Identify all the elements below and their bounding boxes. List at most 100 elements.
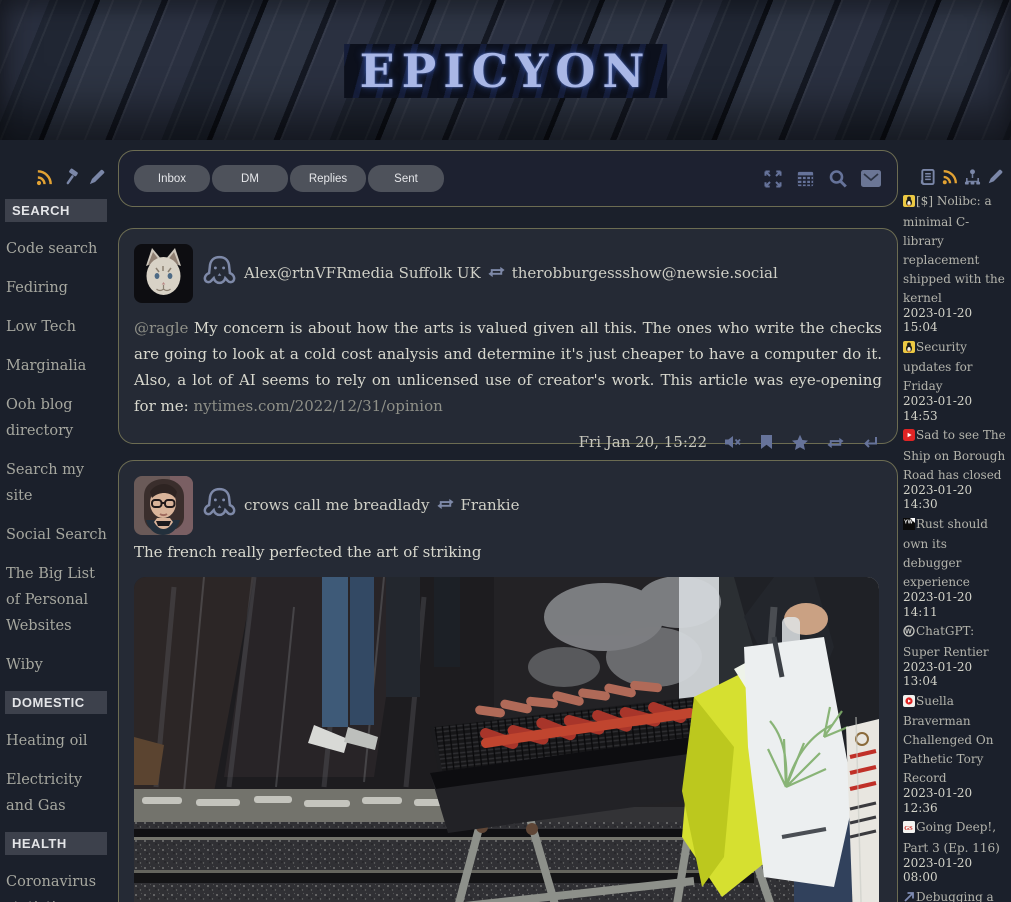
svg-text:W: W <box>905 629 912 636</box>
newswire-item: [$] Nolibc: a minimal C-library replacem… <box>903 190 1006 335</box>
wordpress-favicon: W <box>903 625 915 641</box>
post-external-link[interactable]: nytimes.com/2022/12/31/opinion <box>193 397 442 415</box>
sidebar-link-social-search[interactable]: Social Search <box>6 522 108 548</box>
post-boosted-account[interactable]: therobburgessshow@newsie.social <box>512 264 778 282</box>
post-footer: Fri Jan 20, 15:22 <box>134 433 882 451</box>
share-network-icon[interactable] <box>964 168 981 186</box>
youtube-favicon <box>903 429 915 445</box>
yw-favicon: YW <box>903 518 915 534</box>
envelope-icon[interactable] <box>860 169 882 188</box>
post-card: Alex@rtnVFRmedia Suffolk UK therobburges… <box>118 228 898 444</box>
left-links-toolbar <box>0 140 112 193</box>
sidebar-link-big-list-personal-websites[interactable]: The Big List of Personal Websites <box>6 561 108 639</box>
post-text: The french really perfected the art of s… <box>134 543 481 561</box>
expand-icon[interactable] <box>762 168 784 190</box>
sidebar-link-fediring[interactable]: Fediring <box>6 275 108 301</box>
site-title: EPICYON <box>360 44 652 98</box>
sidebar-link-coronavirus-statistics[interactable]: Coronavirus statistics <box>6 869 108 902</box>
newswire-item: GSGoing Deep!, Part 3 (Ep. 116) 2023-01-… <box>903 816 1006 885</box>
svg-text:YW: YW <box>904 519 914 525</box>
bookmark-icon[interactable] <box>759 434 774 450</box>
newswire-toolbar <box>901 140 1008 190</box>
section-header-health: HEALTH <box>5 832 107 855</box>
sidebar-link-ooh-blog-directory[interactable]: Ooh blog directory <box>6 392 108 444</box>
profile-dog-icon[interactable] <box>201 484 238 525</box>
boost-icon <box>436 495 455 515</box>
timeline-header: Inbox DM Replies Sent <box>118 150 898 207</box>
repeat-icon[interactable] <box>826 434 845 450</box>
sidebar-link-low-tech[interactable]: Low Tech <box>6 314 108 340</box>
newswire-date: 2023-01-20 13:04 <box>903 660 1006 689</box>
external-link-icon <box>903 891 915 902</box>
hammer-icon[interactable] <box>61 168 80 187</box>
edit-pen-icon[interactable] <box>87 168 106 187</box>
sidebar-link-electricity-gas[interactable]: Electricity and Gas <box>6 767 108 819</box>
newswire-link[interactable]: Debugging a Crash in OpenRCT2 <box>903 890 994 902</box>
newswire-date: 2023-01-20 08:00 <box>903 856 1006 885</box>
calendar-grid-icon[interactable] <box>795 168 816 189</box>
tab-dm[interactable]: DM <box>212 165 288 192</box>
post-author[interactable]: Alex@rtnVFRmedia Suffolk UK <box>244 264 481 282</box>
reply-icon[interactable] <box>862 435 878 450</box>
newswire-link[interactable]: YWRust should own its debugger experienc… <box>903 517 988 590</box>
search-icon[interactable] <box>827 168 849 190</box>
mention-link[interactable]: @ragle <box>134 319 188 337</box>
svg-text:GS: GS <box>904 825 913 832</box>
post-header: crows call me breadlady Frankie <box>201 476 882 525</box>
post-timestamp[interactable]: Fri Jan 20, 15:22 <box>579 433 707 451</box>
newswire-date: 2023-01-20 12:36 <box>903 786 1006 815</box>
mute-icon[interactable] <box>724 434 742 450</box>
post-header: Alex@rtnVFRmedia Suffolk UK therobburges… <box>201 244 882 293</box>
newswire-item: Sad to see The Ship on Borough Road has … <box>903 424 1006 512</box>
doc-feed-icon[interactable] <box>919 168 936 186</box>
tab-sent[interactable]: Sent <box>368 165 444 192</box>
avatar[interactable] <box>134 244 193 303</box>
sidebar-link-heating-oil[interactable]: Heating oil <box>6 728 108 754</box>
sidebar-link-marginalia[interactable]: Marginalia <box>6 353 108 379</box>
newswire-link[interactable]: GSGoing Deep!, Part 3 (Ep. 116) <box>903 820 1000 855</box>
tab-replies[interactable]: Replies <box>290 165 366 192</box>
tab-inbox[interactable]: Inbox <box>134 165 210 192</box>
newswire-date: 2023-01-20 14:53 <box>903 394 1006 423</box>
lwn-favicon <box>903 195 915 211</box>
newswire-item: Debugging a Crash in OpenRCT2 2023-01-20… <box>903 886 1006 902</box>
banner-title-box: EPICYON <box>344 44 668 98</box>
profile-dog-icon[interactable] <box>201 252 238 293</box>
star-icon[interactable] <box>791 434 809 451</box>
post-content: The french really perfected the art of s… <box>134 539 882 565</box>
post-boosted-account[interactable]: Frankie <box>461 496 520 514</box>
youtube-favicon <box>903 695 915 711</box>
post-card: crows call me breadlady Frankie The fren… <box>118 460 898 902</box>
newswire-item: Security updates for Friday 2023-01-20 1… <box>903 336 1006 424</box>
newswire-link[interactable]: [$] Nolibc: a minimal C-library replacem… <box>903 194 1005 305</box>
post-author[interactable]: crows call me breadlady <box>244 496 430 514</box>
avatar[interactable] <box>134 476 193 535</box>
newswire-link[interactable]: WChatGPT: Super Rentier <box>903 624 989 659</box>
section-header-search: SEARCH <box>5 199 107 222</box>
newswire-item: WChatGPT: Super Rentier 2023-01-20 13:04 <box>903 620 1006 689</box>
sidebar-link-wiby[interactable]: Wiby <box>6 652 108 678</box>
newswire-item: YWRust should own its debugger experienc… <box>903 513 1006 620</box>
newswire-column: [$] Nolibc: a minimal C-library replacem… <box>901 140 1008 902</box>
lwn-favicon <box>903 341 915 357</box>
newswire-link[interactable]: Sad to see The Ship on Borough Road has … <box>903 428 1006 482</box>
timeline-header-icons <box>762 168 882 190</box>
rss-icon[interactable] <box>35 168 54 187</box>
newswire-link[interactable]: Security updates for Friday <box>903 340 973 394</box>
newswire-date: 2023-01-20 14:30 <box>903 483 1006 512</box>
banner-image[interactable]: EPICYON <box>0 0 1011 140</box>
sidebar-link-search-my-site[interactable]: Search my site <box>6 457 108 509</box>
left-column: SEARCH Code search Fediring Low Tech Mar… <box>0 140 112 902</box>
post-content: @ragle My concern is about how the arts … <box>134 315 882 419</box>
boost-icon <box>487 263 506 283</box>
newswire-date: 2023-01-20 14:11 <box>903 590 1006 619</box>
newswire-link[interactable]: Suella Braverman Challenged On Pathetic … <box>903 694 993 786</box>
newswire-item: Suella Braverman Challenged On Pathetic … <box>903 690 1006 816</box>
sidebar-section-search: SEARCH Code search Fediring Low Tech Mar… <box>0 199 112 678</box>
post-attached-image[interactable] <box>134 577 879 902</box>
sidebar-link-code-search[interactable]: Code search <box>6 236 108 262</box>
edit-pen-icon[interactable] <box>986 168 1004 186</box>
gs-favicon: GS <box>903 821 915 837</box>
sidebar-section-domestic: DOMESTIC Heating oil Electricity and Gas <box>0 691 112 819</box>
rss-icon[interactable] <box>941 168 959 186</box>
